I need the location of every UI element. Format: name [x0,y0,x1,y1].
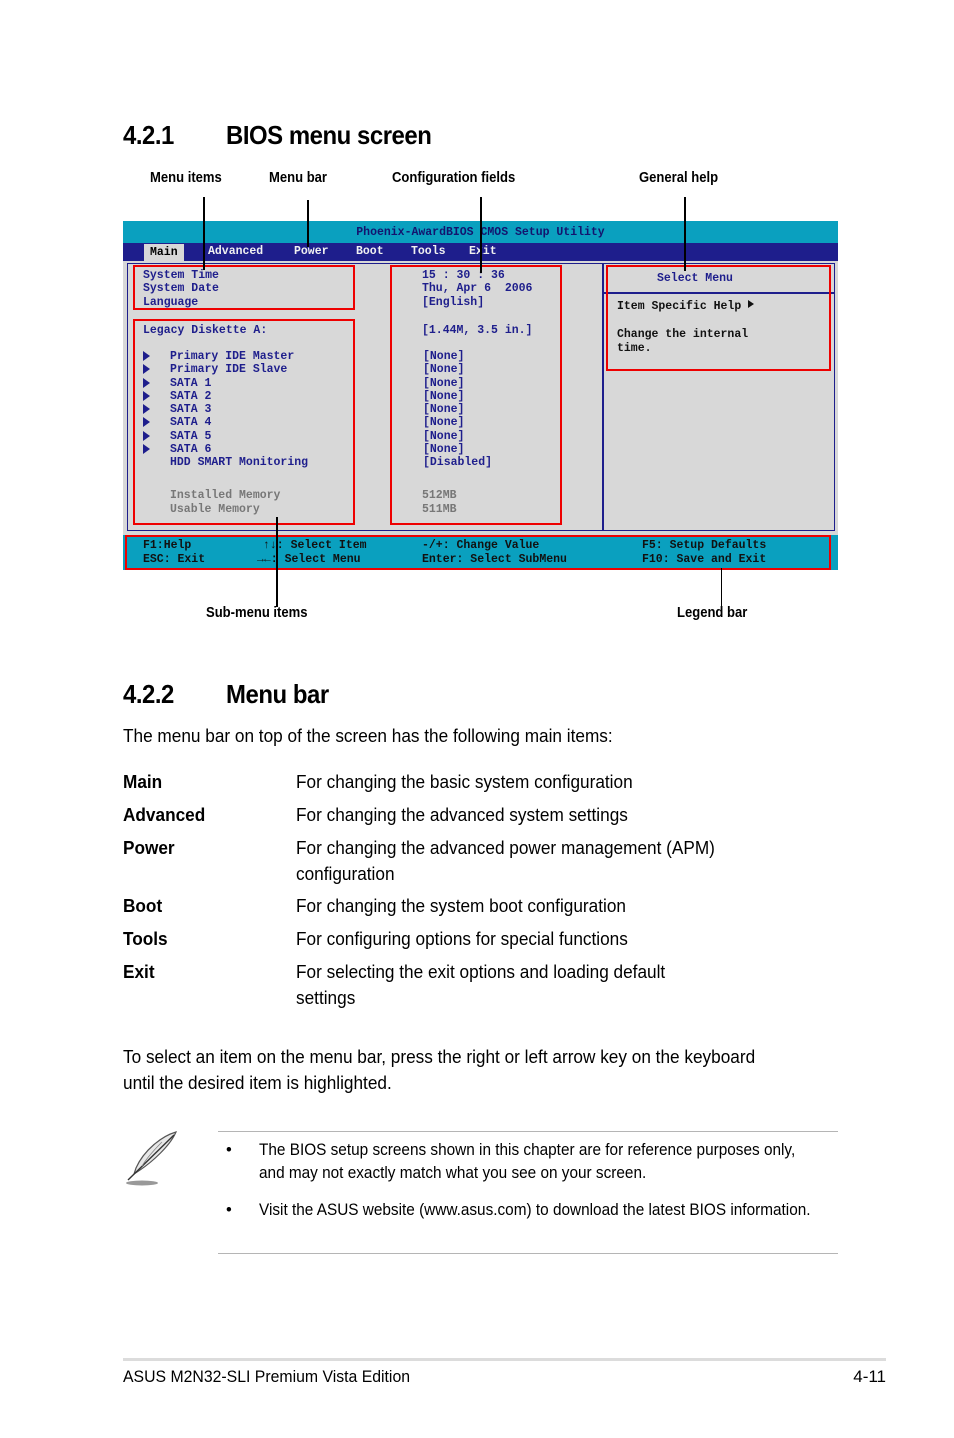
callout-line-legend-bar [721,568,722,607]
instruction-line1: To select an item on the menu bar, press… [123,1046,756,1067]
callout-general-help: General help [639,170,719,186]
bios-menu-main[interactable]: Main [144,244,184,261]
bios-menu-power[interactable]: Power [294,243,329,261]
callout-line-configuration-fields [480,197,482,273]
callout-line-menu-bar [307,200,309,247]
definition-desc: For changing the system boot configurati… [296,895,626,916]
definition-term: Power [123,837,175,858]
definition-desc: For selecting the exit options and loadi… [296,961,666,1008]
callout-line-sub-menu-items [276,517,278,607]
callout-configuration-fields: Configuration fields [392,170,516,186]
bullet: • [226,1141,232,1159]
bullet: • [226,1201,232,1219]
definition-term: Boot [123,895,163,916]
definition-desc: For changing the advanced system setting… [296,804,628,825]
section-heading-bios-menu-screen: 4.2.1 BIOS menu screen [123,120,432,151]
footer-page-number: 4-11 [853,1367,886,1386]
menu-bar-intro: The menu bar on top of the screen has th… [123,725,613,746]
bios-menu-boot[interactable]: Boot [356,243,384,261]
highlight-general-help [606,265,831,371]
feather-pen-icon [126,1131,178,1186]
bios-help-divider [602,263,604,531]
definition-desc: For configuring options for special func… [296,928,628,949]
section-title: Menu bar [226,679,329,709]
definition-term: Tools [123,928,168,949]
note-text: The BIOS setup screens shown in this cha… [259,1141,796,1182]
note-top-rule [218,1131,838,1132]
instruction-line2: until the desired item is highlighted. [123,1072,392,1093]
highlight-configuration-fields [390,265,562,525]
callout-sub-menu-items: Sub-menu items [206,605,308,621]
footer-rule [123,1358,886,1361]
section-title: BIOS menu screen [226,120,432,150]
callout-legend-bar: Legend bar [677,605,748,621]
section-heading-menu-bar: 4.2.2 Menu bar [123,679,329,710]
highlight-legend-bar [125,535,831,570]
definition-desc: For changing the basic system configurat… [296,771,633,792]
highlight-menu-items [133,265,355,310]
callout-menu-items: Menu items [150,170,222,186]
definition-desc: For changing the advanced power manageme… [296,837,715,884]
bios-menu-exit[interactable]: Exit [469,243,497,261]
bios-menu-advanced[interactable]: Advanced [208,243,263,261]
callout-line-menu-items [203,197,205,270]
note-text: Visit the ASUS website (www.asus.com) to… [259,1201,811,1219]
bios-menu-tools[interactable]: Tools [411,243,446,261]
definition-term: Advanced [123,804,206,825]
definition-term: Main [123,771,163,792]
definition-term: Exit [123,961,155,982]
section-number: 4.2.2 [123,679,174,709]
callout-line-general-help [684,197,686,271]
section-number: 4.2.1 [123,120,174,150]
note-bottom-rule [218,1253,838,1254]
highlight-sub-menu-items [133,319,355,525]
footer-product-name: ASUS M2N32-SLI Premium Vista Edition [123,1367,411,1386]
callout-menu-bar: Menu bar [269,170,328,186]
